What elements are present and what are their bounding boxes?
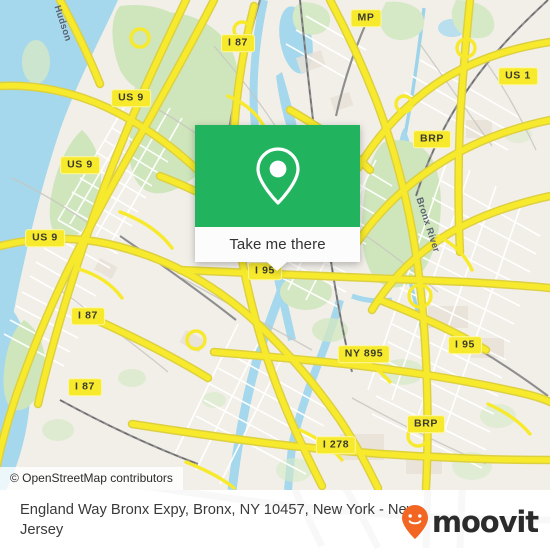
location-caption: England Way Bronx Expy, Bronx, NY 10457,… — [20, 502, 418, 538]
highway-shield: I 87 — [68, 378, 102, 396]
highway-shield: I 95 — [448, 336, 482, 354]
highway-shield: NY 895 — [337, 345, 391, 363]
popup-header — [195, 125, 360, 227]
highway-shield: I 278 — [315, 436, 357, 454]
osm-attribution-text: © OpenStreetMap contributors — [10, 470, 173, 485]
highway-shield: US 1 — [498, 67, 538, 85]
highway-shield: US 9 — [60, 156, 100, 174]
location-popup-card[interactable]: Take me there — [195, 125, 360, 271]
caption-bar: England Way Bronx Expy, Bronx, NY 10457,… — [0, 490, 550, 550]
highway-shield: US 9 — [111, 89, 151, 107]
screenshot-root: MP I 87 US 1 US 9 BRP US 9 US 9 I 95 I 87 NY 895 I… — [0, 0, 550, 550]
highway-shield: I 87 — [221, 34, 255, 52]
take-me-there-button[interactable]: Take me there — [195, 227, 360, 262]
osm-attribution[interactable]: © OpenStreetMap contributors — [0, 466, 183, 490]
map-canvas[interactable]: MP I 87 US 1 US 9 BRP US 9 US 9 I 95 I 87 NY 895 I… — [0, 0, 550, 490]
highway-shield: MP — [350, 9, 382, 27]
highway-shield: BRP — [407, 415, 445, 433]
moovit-wordmark: moovit — [431, 505, 539, 539]
map-pin-icon — [255, 147, 300, 205]
highway-shield: US 9 — [25, 229, 65, 247]
highway-shield: BRP — [413, 130, 451, 148]
popup-pointer-tail — [267, 262, 287, 271]
moovit-logo[interactable]: moovit — [400, 504, 539, 540]
moovit-smiley-pin-icon — [401, 505, 428, 539]
take-me-there-label: Take me there — [229, 236, 326, 253]
highway-shield: I 87 — [71, 307, 105, 325]
